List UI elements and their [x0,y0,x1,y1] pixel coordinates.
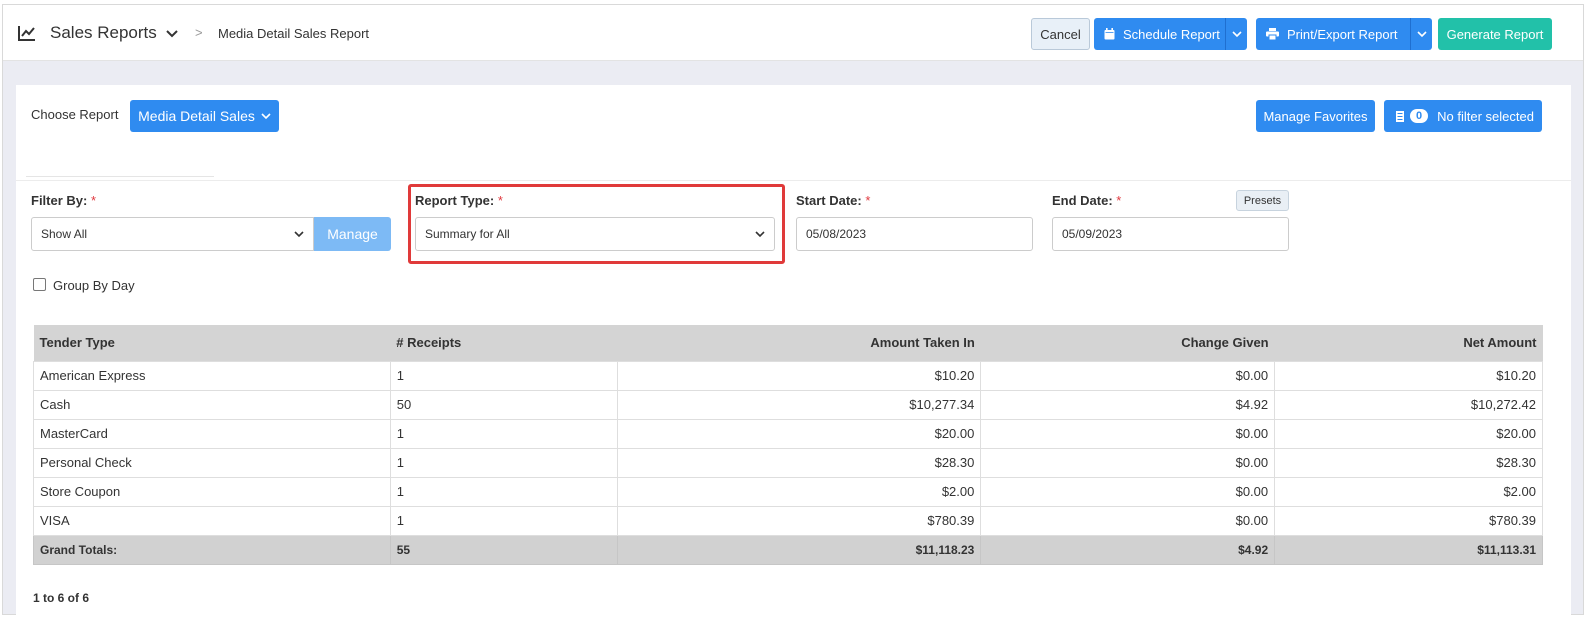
net-amount-cell: $10,272.42 [1274,389,1543,420]
amount-taken-in-cell: $780.39 [616,505,982,536]
schedule-report-button[interactable]: Schedule Report [1094,18,1225,50]
divider [16,180,1571,181]
chevron-down-icon[interactable] [166,29,178,39]
amount-taken-in-cell: $2.00 [616,476,982,507]
choose-report-label: Choose Report [31,107,119,122]
report-select-button[interactable]: Media Detail Sales [130,100,279,132]
table-row: American Express 1 $10.20 $0.00 $10.20 [33,360,1543,391]
schedule-report-label: Schedule Report [1123,26,1220,42]
page-title[interactable]: Sales Reports [50,23,157,43]
change-given-cell: $0.00 [980,447,1276,478]
chevron-down-icon [1231,31,1242,38]
generate-report-button[interactable]: Generate Report [1438,18,1552,50]
end-date-label: End Date: * [1052,193,1122,208]
tender-type-cell: Cash [33,389,391,420]
amount-taken-in-cell: $28.30 [616,447,982,478]
pagination-info: 1 to 6 of 6 [33,591,90,605]
report-panel: Choose Report Media Detail Sales Manage … [16,85,1571,616]
totals-change-given-cell: $4.92 [980,534,1276,565]
change-given-cell: $0.00 [980,418,1276,449]
highlight-box [408,184,785,264]
cancel-button[interactable]: Cancel [1031,18,1090,50]
column-header-amount-taken-in[interactable]: Amount Taken In [617,325,981,361]
start-date-value: 05/08/2023 [806,227,867,241]
filter-by-value: Show All [41,227,88,241]
net-amount-cell: $28.30 [1274,447,1543,478]
amount-taken-in-cell: $10.20 [616,360,982,391]
change-given-cell: $0.00 [980,505,1276,536]
tender-type-cell: Personal Check [33,447,391,478]
net-amount-cell: $20.00 [1274,418,1543,449]
column-header-receipts[interactable]: # Receipts [390,325,618,361]
schedule-report-split-button: Schedule Report [1094,18,1247,50]
tender-type-cell: Store Coupon [33,476,391,507]
presets-button[interactable]: Presets [1236,190,1289,211]
manage-button[interactable]: Manage [314,217,391,251]
totals-label-cell: Grand Totals: [33,534,391,565]
column-header-tender-type[interactable]: Tender Type [33,325,391,361]
group-by-day-checkbox[interactable] [33,278,46,291]
change-given-cell: $0.00 [980,476,1276,507]
column-header-change-given[interactable]: Change Given [980,325,1275,361]
receipts-cell: 50 [389,389,618,420]
net-amount-cell: $780.39 [1274,505,1543,536]
column-header-net-amount[interactable]: Net Amount [1274,325,1543,361]
report-table: Tender Type # Receipts Amount Taken In C… [33,325,1543,565]
print-export-dropdown-toggle[interactable] [1410,18,1432,50]
net-amount-cell: $2.00 [1274,476,1543,507]
line-chart-icon [18,26,35,41]
print-export-label: Print/Export Report [1287,26,1398,42]
table-row: Personal Check 1 $28.30 $0.00 $28.30 [33,447,1543,478]
table-header-row: Tender Type # Receipts Amount Taken In C… [33,325,1543,361]
amount-taken-in-cell: $10,277.34 [616,389,982,420]
end-date-input[interactable]: 05/09/2023 [1052,217,1289,251]
printer-icon [1266,28,1279,40]
divider [26,176,214,177]
print-export-button[interactable]: Print/Export Report [1256,18,1410,50]
start-date-input[interactable]: 05/08/2023 [796,217,1033,251]
net-amount-cell: $10.20 [1274,360,1543,391]
receipts-cell: 1 [389,476,618,507]
top-bar: Sales Reports > Media Detail Sales Repor… [3,5,1583,61]
amount-taken-in-cell: $20.00 [616,418,982,449]
totals-receipts-cell: 55 [389,534,618,565]
manage-favorites-button[interactable]: Manage Favorites [1256,100,1375,132]
table-row: Store Coupon 1 $2.00 $0.00 $2.00 [33,476,1543,507]
grand-totals-row: Grand Totals: 55 $11,118.23 $4.92 $11,11… [33,534,1543,565]
filter-list-icon [1396,110,1404,122]
filter-by-label: Filter By: * [31,193,97,208]
calendar-icon [1104,28,1115,40]
filter-button[interactable]: 0 No filter selected [1384,100,1542,132]
tender-type-cell: MasterCard [33,418,391,449]
chevron-down-icon [1416,31,1427,38]
table-row: Cash 50 $10,277.34 $4.92 $10,272.42 [33,389,1543,420]
receipts-cell: 1 [389,418,618,449]
filter-status-label: No filter selected [1437,108,1534,124]
tender-type-cell: American Express [33,360,391,391]
chevron-down-icon [261,113,271,120]
filter-by-select[interactable]: Show All [31,217,314,251]
chevron-down-icon [294,231,304,238]
end-date-value: 05/09/2023 [1062,227,1123,241]
change-given-cell: $0.00 [980,360,1276,391]
print-export-split-button: Print/Export Report [1256,18,1432,50]
table-row: VISA 1 $780.39 $0.00 $780.39 [33,505,1543,536]
filter-count-badge: 0 [1410,109,1429,123]
group-by-day-label: Group By Day [53,278,135,293]
table-row: MasterCard 1 $20.00 $0.00 $20.00 [33,418,1543,449]
breadcrumb-separator: > [195,25,203,40]
totals-amount-taken-in-cell: $11,118.23 [616,534,982,565]
schedule-dropdown-toggle[interactable] [1225,18,1247,50]
totals-net-amount-cell: $11,113.31 [1274,534,1543,565]
breadcrumb: Media Detail Sales Report [218,26,370,41]
app-frame: Sales Reports > Media Detail Sales Repor… [2,4,1584,616]
change-given-cell: $4.92 [980,389,1276,420]
receipts-cell: 1 [389,360,618,391]
start-date-label: Start Date: * [796,193,871,208]
receipts-cell: 1 [389,505,618,536]
tender-type-cell: VISA [33,505,391,536]
report-select-label: Media Detail Sales [138,108,255,124]
receipts-cell: 1 [389,447,618,478]
